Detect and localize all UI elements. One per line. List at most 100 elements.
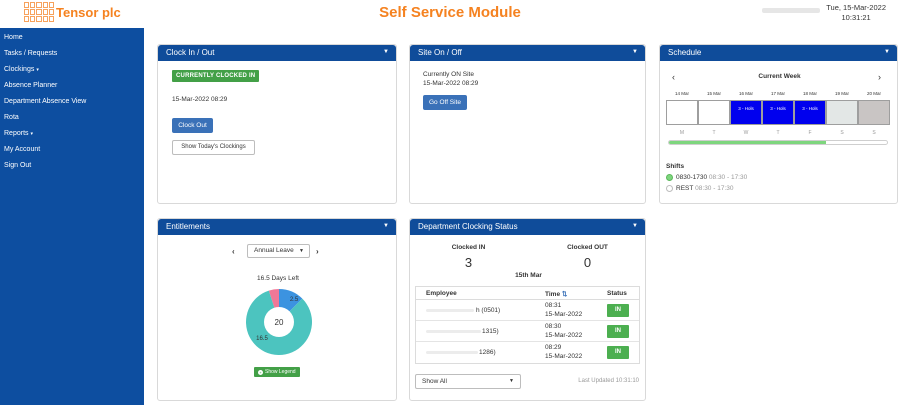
table-row[interactable]: 1315) 08:30 15-Mar-2022 IN — [416, 321, 639, 342]
calendar-day-cell[interactable] — [698, 100, 730, 125]
clocked-in-count: 3 — [464, 255, 473, 270]
status-badge: IN — [607, 346, 629, 359]
sidebar-item-rota[interactable]: Rota — [4, 114, 19, 121]
panel-title: Schedule — [668, 48, 702, 57]
chevron-down-icon: ▼ — [509, 378, 514, 384]
days-left-label: 16.5 Days Left — [257, 275, 299, 282]
shift-item[interactable]: REST 08:30 - 17:30 — [666, 185, 733, 192]
sidebar-item-sign-out[interactable]: Sign Out — [4, 162, 31, 169]
chevron-down-icon: ▾ — [36, 67, 39, 73]
date-cell: 15-Mar-2022 — [545, 353, 583, 360]
date-cell: 15-Mar-2022 — [545, 311, 583, 318]
panel-header: Site On / Off ▼ — [410, 45, 645, 61]
shifts-label: Shifts — [666, 163, 685, 170]
shift-time: 08:30 - 17:30 — [708, 174, 748, 181]
column-header-status: Status — [607, 290, 627, 297]
next-week-icon[interactable]: › — [878, 72, 881, 82]
employee-cell: 1315) — [482, 328, 499, 335]
site-status-text: Currently ON Site — [423, 71, 474, 78]
schedule-panel: Schedule ▼ ‹ Current Week › 14 Mar 15 Ma… — [659, 44, 898, 204]
top-bar: Tensor plc Self Service Module Tue, 15-M… — [0, 0, 900, 28]
panel-header: Department Clocking Status ▼ — [410, 219, 645, 235]
chevron-down-icon: ▼ — [299, 248, 304, 254]
table-header: Employee Time ⇅ Status — [416, 287, 639, 300]
clocked-out-label: Clocked OUT — [567, 244, 608, 251]
calendar-day-cell[interactable]: 3 - Hols — [730, 100, 762, 125]
day-letter: M — [679, 130, 685, 136]
shift-active-dot-icon — [666, 174, 673, 181]
sidebar-item-department-absence-view[interactable]: Department Absence View — [4, 98, 86, 105]
week-progress-fill — [669, 141, 826, 144]
day-letter: S — [872, 130, 876, 136]
table-row[interactable]: h (0501) 08:31 15-Mar-2022 IN — [416, 300, 639, 321]
user-name-redacted — [762, 8, 820, 13]
sidebar-item-clockings[interactable]: Clockings ▾ — [4, 66, 39, 73]
department-clocking-status-panel: Department Clocking Status ▼ Clocked IN … — [409, 218, 646, 401]
status-date-label: 15th Mar — [515, 272, 542, 279]
sidebar-item-absence-planner[interactable]: Absence Planner — [4, 82, 57, 89]
employee-name-redacted — [426, 330, 481, 333]
panel-title: Clock In / Out — [166, 48, 215, 57]
calendar-day-cell[interactable]: 3 - Hols — [794, 100, 826, 125]
clock-timestamp: 15-Mar-2022 08:29 — [172, 96, 228, 103]
employee-name-redacted — [426, 351, 478, 354]
day-letter: T — [712, 130, 716, 136]
calendar-day-cell[interactable] — [666, 100, 698, 125]
leave-type-value: Annual Leave — [254, 247, 294, 254]
day-date-header: 16 Mar — [738, 91, 753, 96]
week-label: Current Week — [758, 73, 801, 80]
clocking-status-table: Employee Time ⇅ Status h (0501) 08:31 15… — [415, 286, 640, 364]
column-header-employee[interactable]: Employee — [426, 290, 457, 297]
panel-menu-icon[interactable]: ▼ — [383, 223, 389, 229]
sidebar-item-tasks-requests[interactable]: Tasks / Requests — [4, 50, 57, 57]
status-filter-select[interactable]: Show All ▼ — [415, 374, 521, 389]
time-cell: 08:30 — [545, 323, 562, 330]
panel-menu-icon[interactable]: ▼ — [383, 49, 389, 55]
leave-type-select[interactable]: Annual Leave ▼ — [247, 244, 310, 258]
time-cell: 08:29 — [545, 344, 562, 351]
day-date-header: 14 Mar — [674, 91, 689, 96]
previous-leave-type-icon[interactable]: ‹ — [232, 247, 235, 256]
table-row[interactable]: 1286) 08:29 15-Mar-2022 IN — [416, 342, 639, 363]
status-badge: IN — [607, 304, 629, 317]
current-date: Tue, 15-Mar-2022 — [826, 3, 886, 12]
sidebar-item-home[interactable]: Home — [4, 34, 23, 41]
day-date-header: 19 Mar — [834, 91, 849, 96]
sidebar: Home Tasks / Requests Clockings ▾ Absence… — [0, 28, 144, 405]
donut-slice-label: 2.5 — [290, 297, 299, 303]
panel-header: Schedule ▼ — [660, 45, 897, 61]
panel-title: Department Clocking Status — [418, 222, 518, 231]
next-leave-type-icon[interactable]: › — [316, 247, 319, 256]
panel-menu-icon[interactable]: ▼ — [884, 49, 890, 55]
time-cell: 08:31 — [545, 302, 562, 309]
week-progress-bar — [668, 140, 888, 145]
clocked-out-count: 0 — [583, 255, 592, 270]
employee-name-redacted — [426, 309, 474, 312]
day-letter: S — [840, 130, 844, 136]
current-time: 10:31:21 — [841, 13, 871, 22]
employee-cell: 1286) — [479, 349, 496, 356]
sidebar-item-my-account[interactable]: My Account — [4, 146, 40, 153]
calendar-day-cell[interactable] — [858, 100, 890, 125]
panel-menu-icon[interactable]: ▼ — [632, 49, 638, 55]
go-off-site-button[interactable]: Go Off Site — [423, 95, 467, 110]
shift-inactive-dot-icon — [666, 185, 673, 192]
plus-icon: + — [258, 369, 263, 375]
show-todays-clockings-button[interactable]: Show Today's Clockings — [172, 140, 255, 155]
day-letter: W — [743, 130, 749, 136]
clock-out-button[interactable]: Clock Out — [172, 118, 213, 133]
column-header-time[interactable]: Time ⇅ — [545, 290, 567, 298]
day-date-header: 20 Mar — [866, 91, 881, 96]
sidebar-item-reports[interactable]: Reports ▾ — [4, 130, 33, 137]
last-updated-text: Last Updated 10:31:10 — [578, 378, 639, 384]
calendar-day-cell[interactable] — [826, 100, 858, 125]
day-letter: F — [808, 130, 812, 136]
shift-item[interactable]: 0830-1730 08:30 - 17:30 — [666, 174, 747, 181]
panel-header: Entitlements ▼ — [158, 219, 396, 235]
employee-cell: h (0501) — [476, 307, 501, 314]
show-legend-button[interactable]: + Show Legend — [254, 367, 300, 377]
calendar-day-cell[interactable]: 3 - Hols — [762, 100, 794, 125]
date-cell: 15-Mar-2022 — [545, 332, 583, 339]
panel-menu-icon[interactable]: ▼ — [632, 223, 638, 229]
day-date-header: 15 Mar — [706, 91, 721, 96]
